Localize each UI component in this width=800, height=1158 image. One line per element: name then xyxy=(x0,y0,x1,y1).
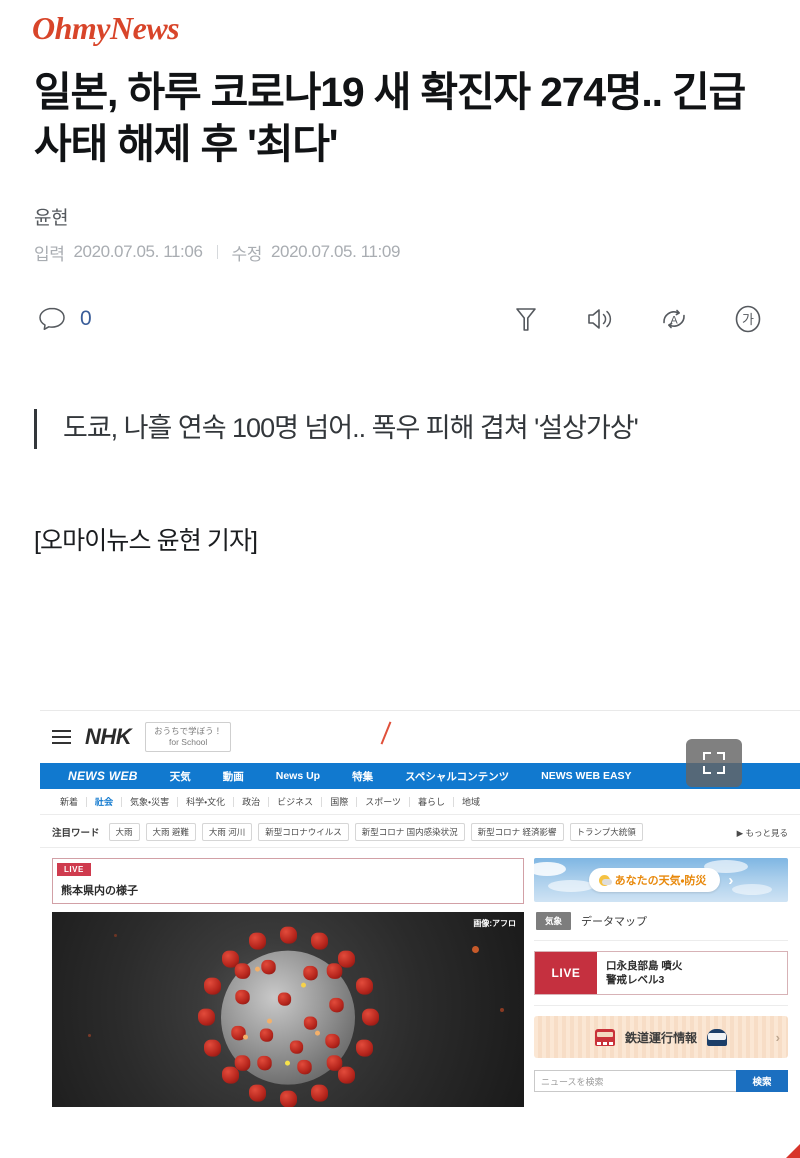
nav-item-douga[interactable]: 動画 xyxy=(207,769,260,784)
timestamp-divider xyxy=(216,245,218,260)
chevron-right-icon: › xyxy=(775,1029,780,1045)
article-toolbar: 0 A 가 xyxy=(34,291,766,347)
news-search: ニュースを検索 検索 xyxy=(534,1070,788,1092)
coronavirus-photo[interactable]: 画像:アフロ xyxy=(52,912,524,1107)
nav-item-news-web-easy[interactable]: NEWS WEB EASY xyxy=(525,770,647,782)
live-badge: LIVE xyxy=(57,863,91,876)
masthead: OhmyNews xyxy=(0,0,800,44)
fullscreen-expand-icon[interactable] xyxy=(686,739,742,787)
weather-banner-text: あなたの天気・防災 xyxy=(614,875,707,887)
subnav-item-business[interactable]: ビジネス xyxy=(269,795,321,808)
funnel-icon[interactable] xyxy=(508,301,544,337)
keywords-more-link[interactable]: ▶ もっと見る xyxy=(737,827,788,839)
subnav-item-sports[interactable]: スポーツ xyxy=(357,795,409,808)
rail-info-label: 鉄道運行情報 xyxy=(624,1030,697,1045)
article-subheading: 도쿄, 나흘 연속 100명 넘어.. 폭우 피해 겹쳐 '설상가상' xyxy=(34,408,766,449)
search-input[interactable]: ニュースを検索 xyxy=(534,1070,736,1092)
nav-item-tokushuu[interactable]: 特集 xyxy=(336,769,389,784)
nav-item-news-up[interactable]: News Up xyxy=(260,770,336,782)
live-banner-title: 熊本県内の様子 xyxy=(61,885,138,897)
school-button-line2: for School xyxy=(169,737,208,747)
nhk-category-nav: 新着 社会 気象・災害 科学・文化 政治 ビジネス 国際 スポーツ 暮らし 地域 xyxy=(40,789,800,815)
subnav-item-kagaku-bunka[interactable]: 科学・文化 xyxy=(178,795,233,808)
subnav-item-kishou-saigai[interactable]: 気象・災害 xyxy=(122,795,177,808)
volcano-live-line2: 警戒レベル3 xyxy=(606,974,665,986)
sun-cloud-icon xyxy=(598,874,612,886)
nav-item-news-web[interactable]: NEWS WEB xyxy=(52,769,154,783)
svg-text:A: A xyxy=(670,314,678,326)
subnav-item-kokusai[interactable]: 国際 xyxy=(322,795,356,808)
hamburger-menu-icon[interactable] xyxy=(52,730,71,744)
page-title: 일본, 하루 코로나19 새 확진자 274명.. 긴급사태 해제 후 '최다' xyxy=(34,69,746,168)
data-map-row[interactable]: 気象 データマップ xyxy=(534,902,788,941)
nhk-logo[interactable]: NHK xyxy=(85,724,132,750)
font-size-icon[interactable]: 가 xyxy=(730,301,766,337)
updated-label: 수정 xyxy=(231,244,263,264)
decorative-slash xyxy=(380,721,392,745)
keyword-chip[interactable]: 大雨 xyxy=(108,823,140,841)
article-page: OhmyNews 일본, 하루 코로나19 새 확진자 274명.. 긴급사태 … xyxy=(0,0,800,1158)
keyword-chip[interactable]: 新型コロナ 国内感染状況 xyxy=(354,823,465,841)
nhk-main-column: LIVE 熊本県内の様子 画像:アフロ xyxy=(52,858,524,1107)
timestamps: 입력 2020.07.05. 11:06 수정 2020.07.05. 11:0… xyxy=(34,240,766,265)
trending-keywords: 注目ワード 大雨 大雨 避難 大雨 河川 新型コロナウイルス 新型コロナ 国内感… xyxy=(40,815,800,848)
weather-banner-pill[interactable]: あなたの天気・防災 xyxy=(588,868,721,892)
ouchi-de-manabou-button[interactable]: おうちで学ぼう！ for School xyxy=(145,722,232,752)
weather-disaster-banner[interactable]: あなたの天気・防災 › xyxy=(534,858,788,902)
subnav-item-seiji[interactable]: 政治 xyxy=(234,795,268,808)
rail-info-banner[interactable]: 鉄道運行情報 › xyxy=(534,1016,788,1058)
keyword-chip[interactable]: 新型コロナウイルス xyxy=(258,823,349,841)
shinkansen-icon xyxy=(707,1028,727,1046)
keyword-chip[interactable]: 大雨 河川 xyxy=(201,823,253,841)
author-name: 윤현 xyxy=(34,207,69,229)
train-icon xyxy=(594,1028,615,1046)
search-button[interactable]: 検索 xyxy=(736,1070,788,1092)
decorative-red-corner xyxy=(786,1144,800,1158)
speaker-icon[interactable] xyxy=(582,301,618,337)
keyword-chip[interactable]: 大雨 避難 xyxy=(145,823,196,841)
subnav-item-kurashi[interactable]: 暮らし xyxy=(410,795,453,808)
data-map-label: データマップ xyxy=(581,916,648,928)
subnav-item-shinchaku[interactable]: 新着 xyxy=(52,795,86,808)
font-size-glyph: 가 xyxy=(742,312,754,327)
article-lead: [오마이뉴스 윤현 기자] xyxy=(34,526,258,555)
auto-translate-icon[interactable]: A xyxy=(656,301,692,337)
volcano-live-banner[interactable]: LIVE 口永良部島 噴火 警戒レベル3 xyxy=(534,951,788,995)
chevron-right-icon: › xyxy=(728,871,734,889)
ohmynews-logo[interactable]: OhmyNews xyxy=(32,12,180,44)
comment-group[interactable]: 0 xyxy=(34,301,92,337)
nhk-content: LIVE 熊本県内の様子 画像:アフロ あなたの天気・防災 › 気象 データマッ… xyxy=(40,848,800,1107)
volcano-live-line1: 口永良部島 噴火 xyxy=(606,959,683,972)
live-stream-banner[interactable]: LIVE 熊本県内の様子 xyxy=(52,858,524,904)
subnav-item-chiiki[interactable]: 地域 xyxy=(454,795,488,808)
subnav-item-shakai[interactable]: 社会 xyxy=(87,795,121,808)
comment-bubble-icon[interactable] xyxy=(34,301,70,337)
comment-count[interactable]: 0 xyxy=(80,307,92,331)
virus-illustration xyxy=(193,922,383,1107)
nav-item-special-contents[interactable]: スペシャルコンテンツ xyxy=(389,769,525,784)
keywords-label: 注目ワード xyxy=(52,828,100,839)
keyword-chip[interactable]: トランプ大統領 xyxy=(569,823,643,841)
volcano-live-text: 口永良部島 噴火 警戒レベル3 xyxy=(597,952,787,994)
byline: 윤현 입력 2020.07.05. 11:06 수정 2020.07.05. 1… xyxy=(34,203,766,265)
live-badge: LIVE xyxy=(535,952,597,994)
photo-credit: 画像:アフロ xyxy=(473,919,516,928)
updated-time: 2020.07.05. 11:09 xyxy=(270,242,400,262)
kishou-badge: 気象 xyxy=(536,912,572,930)
published-label: 입력 xyxy=(34,244,65,264)
nav-item-tenki[interactable]: 天気 xyxy=(154,769,207,784)
keyword-chip[interactable]: 新型コロナ 経済影響 xyxy=(470,823,564,841)
nhk-sidebar: あなたの天気・防災 › 気象 データマップ LIVE 口永良部島 噴火 警戒レベ… xyxy=(534,858,788,1107)
sidebar-divider xyxy=(534,1005,788,1006)
published-time: 2020.07.05. 11:06 xyxy=(73,242,203,262)
toolbar-actions: A 가 xyxy=(508,301,766,337)
school-button-line1: おうちで学ぼう！ xyxy=(154,726,223,737)
